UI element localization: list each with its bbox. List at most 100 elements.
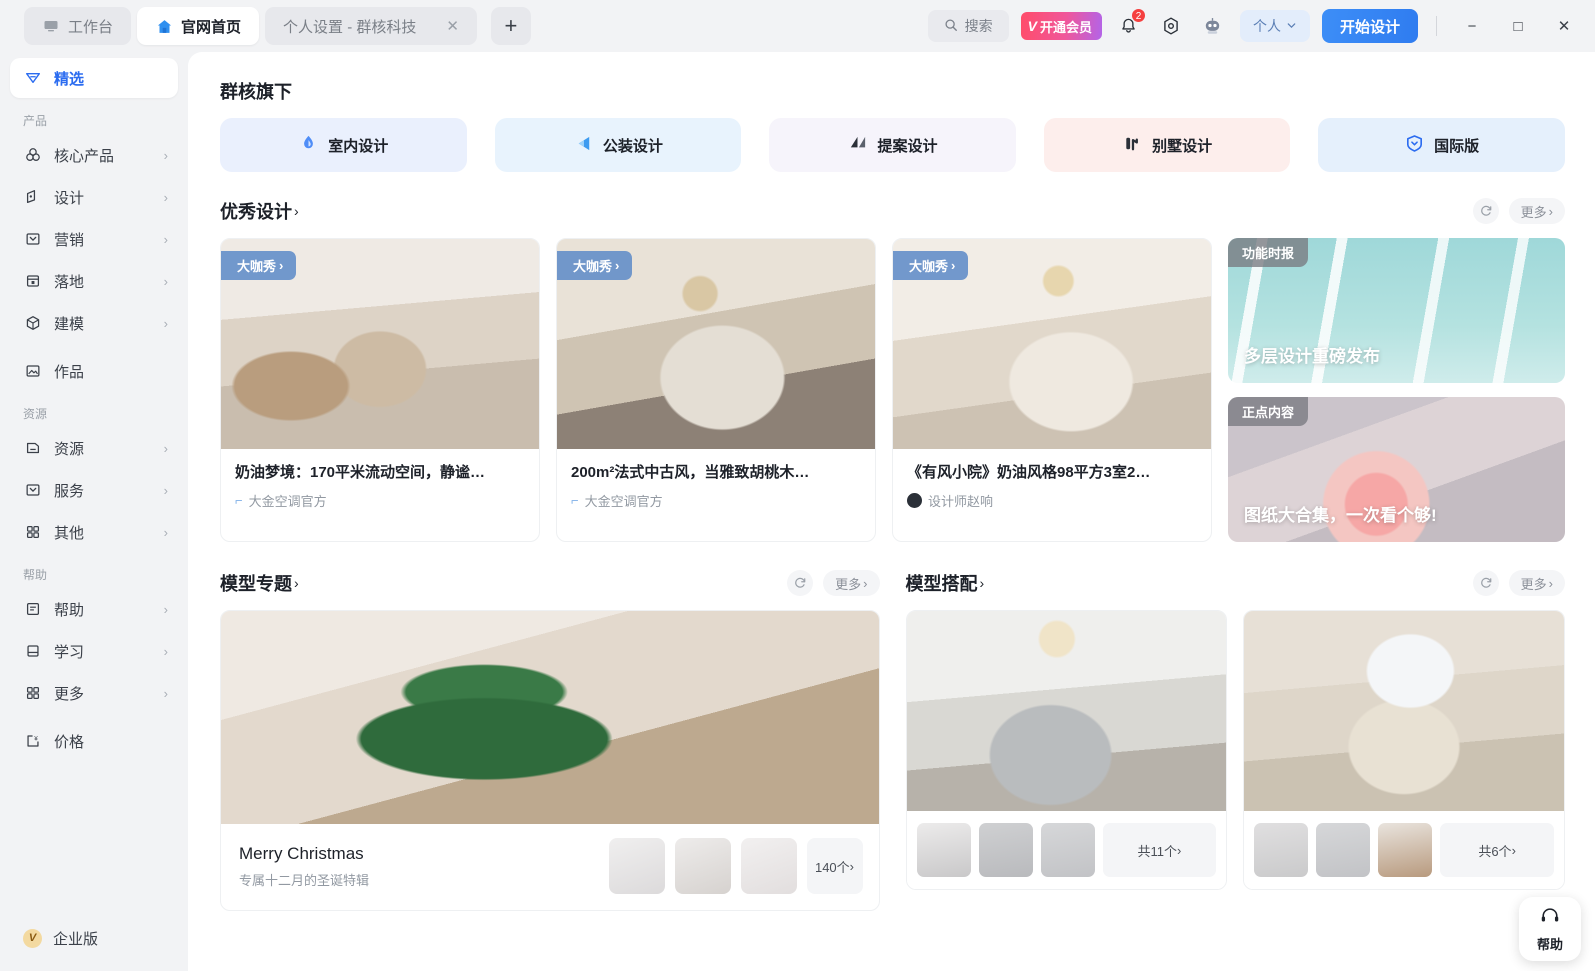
design-card[interactable]: 大咖秀 › 200m²法式中古风，当雅致胡桃木… ⌐ 大金空调官方: [556, 238, 876, 542]
sidebar-item-pricing[interactable]: ¥ 价格: [10, 721, 178, 761]
sidebar-item-featured[interactable]: 精选: [10, 58, 178, 98]
thumbnail-table-lamps[interactable]: [1316, 823, 1371, 877]
design-card-title: 《有风小院》奶油风格98平方3室2…: [907, 464, 1151, 481]
model-topic-more-button[interactable]: 更多 ›: [823, 570, 880, 596]
sidebar-item-modeling[interactable]: 建模 ›: [10, 303, 178, 343]
sidebar-item-resources[interactable]: 资源 ›: [10, 428, 178, 468]
search-icon: [944, 18, 958, 35]
ai-assistant-button[interactable]: [1198, 11, 1228, 41]
thumbnail-wall-art[interactable]: [978, 823, 1033, 877]
notifications-button[interactable]: 2: [1114, 8, 1146, 41]
model-topic-count-button[interactable]: 140个 ›: [806, 838, 863, 894]
design-card-image: 大咖秀 ›: [557, 239, 875, 449]
vip-v-icon: V: [1027, 18, 1037, 34]
brand-tile-label: 公装设计: [602, 137, 663, 155]
new-tab-button[interactable]: +: [490, 7, 531, 45]
sidebar-item-design[interactable]: 设计 ›: [10, 177, 178, 217]
sidebar-item-landing[interactable]: 落地 ›: [10, 261, 178, 301]
settings-gear-button[interactable]: [1156, 11, 1186, 41]
model-topic-title[interactable]: 模型专题: [220, 570, 292, 596]
window-minimize-button[interactable]: −: [1455, 11, 1489, 41]
workbench-icon: [42, 17, 60, 35]
chevron-right-icon: ›: [849, 858, 855, 874]
sidebar-item-more[interactable]: 更多 ›: [10, 673, 178, 713]
vip-upgrade-button[interactable]: V 开通会员: [1020, 12, 1102, 40]
promo-tag: 功能时报: [1228, 238, 1309, 267]
chevron-right-icon: ›: [615, 258, 620, 273]
model-topic-card[interactable]: Merry Christmas 专属十二月的圣诞特辑 140个 ›: [220, 610, 880, 911]
model-match-more-button[interactable]: 更多 ›: [1508, 570, 1565, 596]
chevron-right-icon: ›: [163, 643, 168, 659]
status-badge[interactable]: 大咖秀 ›: [893, 251, 969, 280]
model-match-count-button[interactable]: 共6个 ›: [1440, 823, 1554, 877]
status-badge[interactable]: 大咖秀 ›: [221, 251, 297, 280]
thumbnail-shelf[interactable]: [1040, 823, 1095, 877]
sidebar-item-label: 更多: [54, 685, 85, 703]
model-topic-header: 模型专题 › 更多 ›: [220, 570, 880, 596]
brand-tile-commercial-design[interactable]: 公装设计: [494, 118, 742, 172]
author-name: 设计师赵响: [928, 494, 994, 509]
sidebar-item-learning[interactable]: 学习 ›: [10, 631, 178, 671]
excellent-design-title[interactable]: 优秀设计: [220, 198, 292, 224]
sidebar-item-help[interactable]: 帮助 ›: [10, 589, 178, 629]
window-maximize-button[interactable]: □: [1501, 11, 1535, 41]
model-topic-section: 模型专题 › 更多 › Merry Christmas 专属十二月的圣诞特辑 1…: [220, 566, 880, 911]
avatar: ⌐: [235, 493, 243, 508]
sidebar-item-label: 营销: [54, 231, 85, 249]
excellent-design-more-button[interactable]: 更多 ›: [1508, 198, 1565, 224]
refresh-icon[interactable]: [787, 570, 814, 596]
model-match-card[interactable]: 共11个 ›: [905, 610, 1228, 890]
chevron-right-icon: ›: [163, 482, 168, 498]
brand-tile-villa-design[interactable]: 别墅设计: [1043, 118, 1291, 172]
status-badge[interactable]: 大咖秀 ›: [557, 251, 633, 280]
chevron-right-icon: ›: [294, 575, 299, 591]
brand-tile-international[interactable]: 国际版: [1318, 118, 1565, 172]
help-floating-button[interactable]: 帮助: [1519, 897, 1581, 961]
sidebar-item-services[interactable]: 服务 ›: [10, 470, 178, 510]
close-icon[interactable]: ✕: [446, 17, 459, 35]
tab-personal-settings[interactable]: 个人设置 - 群核科技 ✕: [265, 7, 477, 45]
thumbnail-stars[interactable]: [740, 838, 797, 894]
design-card[interactable]: 大咖秀 › 奶油梦境：170平米流动空间，静谧… ⌐ 大金空调官方: [220, 238, 540, 542]
person-menu-button[interactable]: 个人: [1239, 10, 1310, 42]
design-card[interactable]: 大咖秀 › 《有风小院》奶油风格98平方3室2… 设计师赵响: [892, 238, 1212, 542]
search-input[interactable]: 搜索: [927, 10, 1009, 42]
promo-card[interactable]: 正点内容 图纸大合集，一次看个够!: [1228, 397, 1565, 542]
promo-card[interactable]: 功能时报 多层设计重磅发布: [1228, 238, 1565, 383]
image-icon: [23, 362, 43, 380]
sidebar-item-label: 学习: [54, 643, 85, 661]
brand-tile-interior-design[interactable]: 室内设计: [220, 118, 467, 172]
thumbnail-candles[interactable]: [608, 838, 665, 894]
sidebar-item-enterprise[interactable]: V 企业版: [10, 919, 178, 957]
thumbnail-santa[interactable]: [674, 838, 731, 894]
tab-official-home[interactable]: 官网首页: [137, 7, 260, 45]
more-label: 更多: [1520, 204, 1547, 220]
thumbnail-curtains[interactable]: [916, 823, 971, 877]
calendar-icon: [23, 272, 43, 290]
refresh-icon[interactable]: [1472, 570, 1499, 596]
model-match-title[interactable]: 模型搭配: [906, 570, 978, 596]
refresh-icon[interactable]: [1472, 198, 1499, 224]
service-icon: [23, 481, 43, 499]
chevron-right-icon: ›: [163, 440, 168, 456]
proposal-design-icon: [847, 133, 868, 158]
count-label: 140个: [814, 859, 850, 875]
design-card-image: 大咖秀 ›: [221, 239, 539, 449]
sidebar-item-marketing[interactable]: 营销 ›: [10, 219, 178, 259]
chevron-right-icon: ›: [163, 189, 168, 205]
thumbnail-wardrobe[interactable]: [1378, 823, 1433, 877]
model-match-image: [1244, 611, 1564, 811]
sidebar-item-core-products[interactable]: 核心产品 ›: [10, 135, 178, 175]
brand-tile-proposal-design[interactable]: 提案设计: [769, 118, 1016, 172]
model-match-header: 模型搭配 › 更多 ›: [906, 570, 1565, 596]
start-design-button[interactable]: 开始设计: [1321, 9, 1418, 43]
sidebar-item-label: 企业版: [53, 930, 99, 948]
model-match-card[interactable]: 共6个 ›: [1243, 610, 1565, 890]
sidebar-item-other[interactable]: 其他 ›: [10, 512, 178, 552]
tab-workbench[interactable]: 工作台: [24, 7, 132, 45]
model-match-count-button[interactable]: 共11个 ›: [1102, 823, 1217, 877]
thumbnail-radiator[interactable]: [1254, 823, 1309, 877]
promo-tag: 正点内容: [1228, 397, 1309, 426]
sidebar-item-works[interactable]: 作品: [10, 351, 178, 391]
window-close-button[interactable]: ✕: [1547, 11, 1581, 41]
